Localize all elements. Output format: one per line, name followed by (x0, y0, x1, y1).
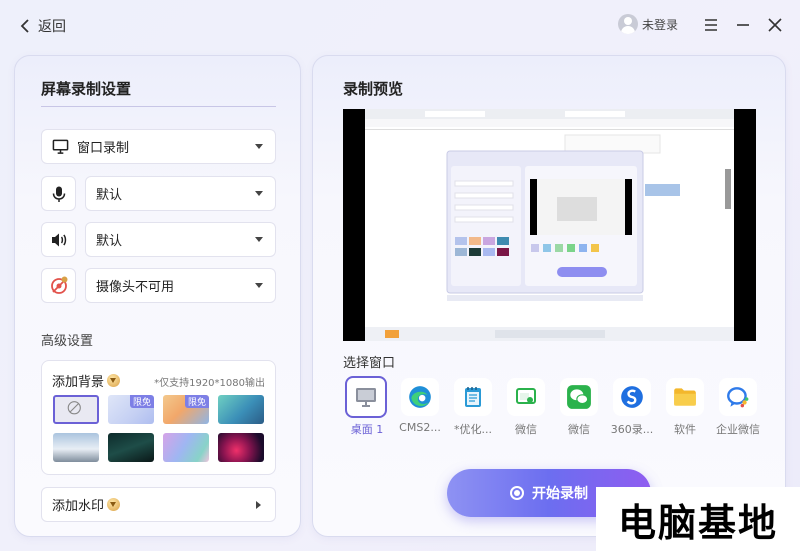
caret-down-icon (255, 283, 263, 288)
camera-select[interactable]: 摄像头不可用 (85, 268, 276, 303)
background-option-6[interactable] (108, 433, 154, 462)
window-option-notepad[interactable]: *优化... (451, 376, 495, 440)
window-option-wecom[interactable]: 企业微信 (716, 376, 760, 440)
caret-right-icon (256, 501, 261, 509)
top-bar: 返回 未登录 (0, 0, 800, 52)
microphone-icon (52, 186, 65, 202)
camera-toggle[interactable] (41, 268, 76, 303)
caret-down-icon (255, 237, 263, 242)
camera-select-value: 摄像头不可用 (96, 280, 175, 295)
vip-crown-icon (107, 498, 121, 511)
vip-crown-icon (107, 374, 121, 387)
window-option-label: 微信 (568, 423, 590, 436)
minimize-icon (737, 24, 749, 26)
watermark-label: 添加水印 (52, 499, 105, 514)
notepad-icon (454, 378, 492, 416)
window-option-software[interactable]: 软件 (663, 376, 707, 440)
back-label: 返回 (38, 19, 66, 35)
wechat-window-icon (507, 378, 545, 416)
start-recording-label: 开始录制 (532, 486, 588, 502)
preview-screen (343, 109, 756, 341)
site-watermark-text: 电脑基地 (617, 500, 778, 545)
window-option-label: 软件 (674, 423, 696, 436)
source-select[interactable]: 窗口录制 (41, 129, 276, 164)
background-note: *仅支持1920*1080输出 (154, 378, 265, 389)
window-option-label: *优化... (454, 423, 492, 436)
preview-thumbnail (365, 109, 734, 341)
avatar-icon (618, 14, 638, 34)
window-option-label: 企业微信 (716, 423, 760, 436)
speaker-icon (51, 233, 66, 246)
desktop-icon (345, 376, 387, 418)
edge-browser-icon (401, 378, 439, 416)
divider (41, 106, 276, 107)
user-label: 未登录 (642, 17, 679, 32)
background-title-label: 添加背景 (52, 375, 105, 390)
minimize-button[interactable] (732, 14, 754, 36)
record-icon (510, 486, 524, 500)
speaker-select[interactable]: 默认 (85, 222, 276, 257)
window-option-label: 桌面 1 (350, 423, 384, 436)
speaker-toggle[interactable] (41, 222, 76, 257)
window-option-label: 微信 (515, 423, 537, 436)
caret-down-icon (255, 191, 263, 196)
background-option-5[interactable] (53, 433, 99, 462)
source-select-value: 窗口录制 (77, 141, 130, 156)
settings-title: 屏幕录制设置 (41, 80, 132, 98)
advanced-settings-label: 高级设置 (41, 334, 94, 349)
login-status[interactable]: 未登录 (618, 14, 678, 34)
background-option-7[interactable] (163, 433, 209, 462)
close-button[interactable] (764, 14, 786, 36)
window-option-wechat-2[interactable]: 微信 (557, 376, 601, 440)
back-button[interactable]: 返回 (20, 16, 66, 36)
recording-preview-panel: 录制预览 选择窗口 桌面 1 CMS2... *优化... 微信 微信 360录… (312, 55, 786, 537)
window-option-label: CMS2... (399, 421, 441, 434)
free-badge: 限免 (129, 395, 154, 408)
site-watermark: 电脑基地 (596, 487, 800, 551)
background-title: 添加背景 (52, 371, 121, 390)
window-option-label: 360录... (610, 423, 654, 436)
menu-button[interactable] (700, 14, 722, 36)
window-option-edge[interactable]: CMS2... (398, 376, 442, 440)
background-none-option[interactable] (53, 395, 99, 424)
window-option-wechat-1[interactable]: 微信 (504, 376, 548, 440)
close-icon (768, 18, 782, 32)
background-option-8[interactable] (218, 433, 264, 462)
chevron-left-icon (20, 19, 29, 33)
folder-icon (666, 378, 704, 416)
preview-title: 录制预览 (343, 80, 404, 98)
preview-desktop-image (365, 109, 734, 341)
monitor-icon (52, 139, 69, 154)
choose-window-label: 选择窗口 (343, 356, 396, 371)
360-recorder-icon (613, 378, 651, 416)
speaker-select-value: 默认 (96, 234, 123, 249)
add-watermark-row[interactable]: 添加水印 (41, 487, 276, 522)
no-background-icon (67, 401, 81, 415)
background-option-4[interactable] (218, 395, 264, 424)
caret-down-icon (255, 144, 263, 149)
wechat-icon (560, 378, 598, 416)
mic-toggle[interactable] (41, 176, 76, 211)
background-card: 添加背景 *仅支持1920*1080输出 限免 限免 (41, 360, 276, 475)
window-option-360[interactable]: 360录... (610, 376, 654, 440)
recording-settings-panel: 屏幕录制设置 窗口录制 默认 默认 摄像头不可用 高级设置 添加背景 *仅支持1… (14, 55, 301, 537)
free-badge: 限免 (184, 395, 209, 408)
menu-icon (705, 19, 717, 31)
mic-select[interactable]: 默认 (85, 176, 276, 211)
background-option-2[interactable]: 限免 (108, 395, 154, 424)
background-option-3[interactable]: 限免 (163, 395, 209, 424)
wecom-icon (719, 378, 757, 416)
mic-select-value: 默认 (96, 188, 123, 203)
camera-disabled-icon (50, 276, 67, 294)
window-option-desktop[interactable]: 桌面 1 (345, 376, 389, 440)
